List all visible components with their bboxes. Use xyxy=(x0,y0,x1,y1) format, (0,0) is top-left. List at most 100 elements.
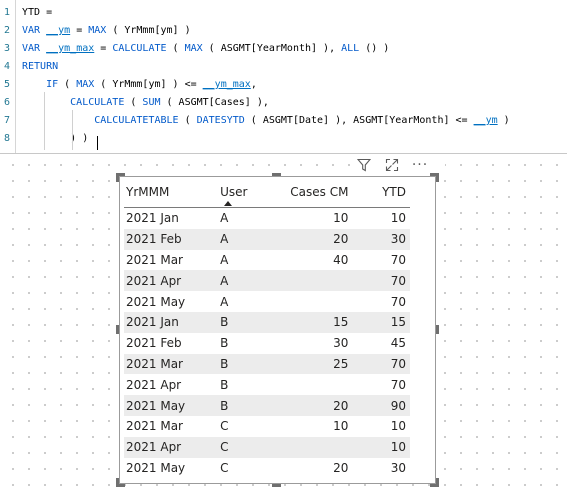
table-row[interactable]: 2021 Jan A 10 10 xyxy=(124,208,410,229)
line-number: 3 xyxy=(4,43,11,54)
cell-cases-cm: 20 xyxy=(277,228,353,250)
cell-cases-cm: 20 xyxy=(333,460,349,475)
cell-yrmmm: 2021 Mar xyxy=(126,419,183,434)
resize-handle-left[interactable] xyxy=(116,325,119,334)
code-line[interactable]: 2 VAR __ym = MAX ( YrMmm[ym] ) xyxy=(0,22,567,40)
cell-cases-cm: 25 xyxy=(277,353,353,375)
cell-yrmmm: 2021 May xyxy=(126,294,186,309)
cell-cases-cm xyxy=(277,291,352,312)
table-row[interactable]: 2021 May A 70 xyxy=(124,291,410,312)
code-line[interactable]: 5 IF ( MAX ( YrMmm[ym] ) <= __ym_max, xyxy=(0,76,567,94)
table-row[interactable]: 2021 Feb B 30 45 xyxy=(124,333,410,354)
cell-yrmmm: 2021 Mar xyxy=(126,252,183,267)
cell-cases-cm: 15 xyxy=(277,311,353,333)
table-row[interactable]: 2021 Apr B 70 xyxy=(124,374,410,395)
code-token: ( ASGMT[Date] ), ASGMT[YearMonth] <= xyxy=(244,115,474,126)
cell-user: B xyxy=(218,311,278,333)
code-text: RETURN xyxy=(22,58,58,76)
resize-handle-bottom[interactable] xyxy=(272,484,281,487)
code-token: CALCULATETABLE xyxy=(22,115,179,126)
resize-handle-top-right[interactable] xyxy=(436,173,439,182)
code-token: ( xyxy=(166,43,185,54)
resize-handle-top[interactable] xyxy=(272,173,281,176)
table-row[interactable]: 2021 Jan B 15 15 xyxy=(124,311,410,333)
indent-guide xyxy=(72,110,73,150)
cell-cases-cm xyxy=(277,270,353,292)
more-options-icon[interactable]: ··· xyxy=(411,156,429,174)
cell-ytd: 30 xyxy=(390,460,406,475)
cell-ytd: 70 xyxy=(390,294,406,309)
resize-handle-top-left[interactable] xyxy=(116,173,119,182)
code-token: ( xyxy=(124,97,143,108)
code-line[interactable]: 7 CALCULATETABLE ( DATESYTD ( ASGMT[Date… xyxy=(0,112,567,130)
code-line[interactable]: 4 RETURN xyxy=(0,58,567,76)
code-token: ) xyxy=(497,115,510,126)
code-token: MAX xyxy=(88,25,107,36)
code-text: VAR __ym_max = CALCULATE ( MAX ( ASGMT[Y… xyxy=(22,40,389,58)
cell-cases-cm xyxy=(277,436,353,458)
cell-yrmmm: 2021 Feb xyxy=(126,336,182,351)
indent-guide xyxy=(44,92,45,150)
table-row[interactable]: 2021 Mar A 40 70 xyxy=(124,250,410,271)
cell-ytd: 10 xyxy=(352,436,410,458)
table-row[interactable]: 2021 Apr A 70 xyxy=(124,270,410,292)
cell-yrmmm: 2021 Apr xyxy=(126,377,182,392)
dax-formula-editor[interactable]: 1 YTD = 2 VAR __ym = MAX ( YrMmm[ym] ) 3 VAR … xyxy=(0,0,567,154)
line-number: 6 xyxy=(4,97,11,108)
cell-ytd: 70 xyxy=(390,377,406,392)
line-number: 7 xyxy=(4,115,11,126)
focus-mode-icon[interactable] xyxy=(383,156,401,174)
cell-ytd: 45 xyxy=(390,336,406,351)
code-text: CALCULATETABLE ( DATESYTD ( ASGMT[Date] … xyxy=(22,112,510,130)
cell-yrmmm: 2021 Jan xyxy=(124,311,219,333)
column-header-ytd[interactable]: YTD xyxy=(352,177,410,208)
code-text: VAR __ym = MAX ( YrMmm[ym] ) xyxy=(22,22,191,40)
resize-handle-bottom-right[interactable] xyxy=(436,478,439,487)
code-token: VAR xyxy=(22,43,47,54)
text-cursor xyxy=(97,136,98,150)
cell-user: A xyxy=(218,228,278,250)
code-token: RETURN xyxy=(22,61,59,72)
code-token: ( YrMmm[ym] ) <= xyxy=(94,79,203,90)
cell-user: B xyxy=(218,353,278,375)
code-line[interactable]: 3 VAR __ym_max = CALCULATE ( MAX ( ASGMT[… xyxy=(0,40,567,58)
cell-cases-cm: 20 xyxy=(277,395,353,416)
code-token: ALL xyxy=(341,43,360,54)
cell-cases-cm: 30 xyxy=(333,336,349,351)
cell-user: B xyxy=(218,395,278,416)
cell-ytd: 15 xyxy=(352,311,410,333)
code-line[interactable]: 1 YTD = xyxy=(0,4,567,22)
filter-icon[interactable] xyxy=(355,156,373,174)
cell-cases-cm: 10 xyxy=(333,211,349,226)
cell-yrmmm: 2021 Feb xyxy=(124,228,219,250)
cell-user: A xyxy=(220,211,229,226)
code-line[interactable]: 8 ) ) xyxy=(0,130,567,148)
cell-user: C xyxy=(220,460,229,475)
column-header-cases-cm[interactable]: Cases CM xyxy=(277,177,353,208)
cell-ytd: 70 xyxy=(352,353,410,375)
code-token: __ym_max xyxy=(202,79,251,90)
table-row[interactable]: 2021 Apr C 10 xyxy=(124,436,410,458)
table-row[interactable]: 2021 Mar C 10 10 xyxy=(124,416,410,437)
line-number: 8 xyxy=(4,133,11,144)
code-token: DATESYTD xyxy=(196,115,245,126)
cell-ytd: 30 xyxy=(352,228,410,250)
cell-ytd: 70 xyxy=(390,252,406,267)
code-text: CALCULATE ( SUM ( ASGMT[Cases] ), xyxy=(22,94,269,112)
table-row[interactable]: 2021 May B 20 90 xyxy=(124,395,410,416)
table-row[interactable]: 2021 May C 20 30 xyxy=(124,458,410,479)
cell-user: A xyxy=(220,294,229,309)
table-row[interactable]: 2021 Feb A 20 30 xyxy=(124,228,410,250)
column-header-yrmmm[interactable]: YrMMM xyxy=(124,177,219,208)
code-line[interactable]: 6 CALCULATE ( SUM ( ASGMT[Cases] ), xyxy=(0,94,567,112)
table-visual[interactable]: YrMMM User Cases CM YTD 2021 Jan A 10 10 202… xyxy=(116,173,439,487)
table-row[interactable]: 2021 Mar B 25 70 xyxy=(124,353,410,375)
cell-ytd: 10 xyxy=(390,211,406,226)
cell-user: A xyxy=(218,270,278,292)
code-token: () ) xyxy=(359,43,390,54)
resize-handle-right[interactable] xyxy=(436,325,439,334)
code-token: MAX xyxy=(184,43,203,54)
resize-handle-bottom-left[interactable] xyxy=(116,478,119,487)
code-token: ( ASGMT[Cases] ), xyxy=(160,97,269,108)
code-token: = xyxy=(94,43,113,54)
